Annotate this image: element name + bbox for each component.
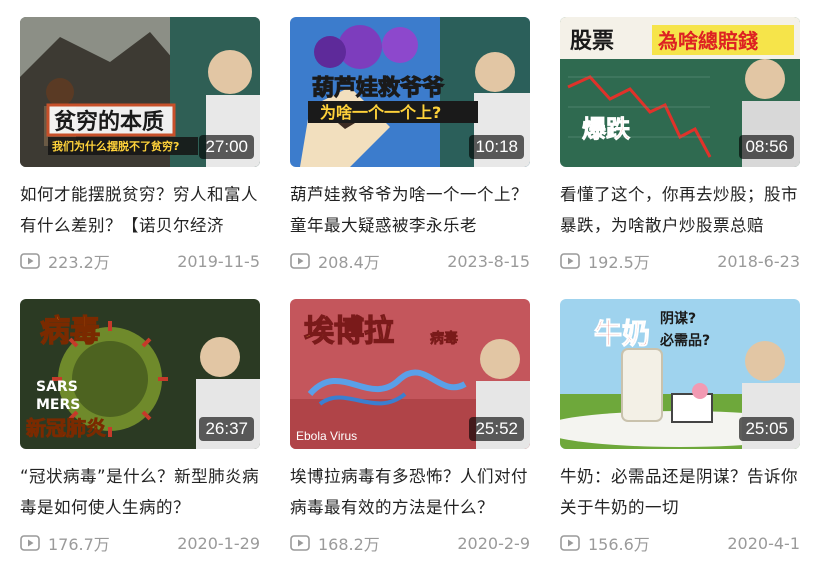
publish-date: 2023-8-15 [447, 251, 530, 271]
play-icon [20, 253, 40, 269]
video-meta: 168.2万 2020-2-9 [290, 531, 530, 555]
video-meta: 192.5万 2018-6-23 [560, 249, 800, 273]
view-count: 192.5万 [588, 253, 650, 272]
view-count: 208.4万 [318, 253, 380, 272]
duration-badge: 26:37 [199, 417, 254, 441]
play-icon [290, 535, 310, 551]
thumb-subtitle: 为啥一个一个上? [320, 103, 441, 122]
play-icon [560, 253, 580, 269]
video-meta: 208.4万 2023-8-15 [290, 249, 530, 273]
thumb-title: 股票 [570, 29, 614, 54]
video-thumbnail[interactable]: 埃博拉 病毒 Ebola Virus 25:52 [290, 299, 530, 449]
thumb-tag: 必需品? [659, 332, 710, 349]
thumb-subtitle: 為啥總賠錢 [658, 29, 758, 53]
thumb-subtitle: 我们为什么摆脱不了贫穷? [52, 139, 179, 153]
thumb-tag: Ebola Virus [296, 429, 357, 443]
duration-badge: 25:05 [739, 417, 794, 441]
duration-badge: 27:00 [199, 135, 254, 159]
thumb-tag: MERS [36, 397, 80, 413]
video-card[interactable]: 股票 為啥總賠錢 爆跌 08:56 看懂了这个，你再去炒股；股市暴跌，为啥散户炒… [560, 17, 800, 273]
video-meta: 156.6万 2020-4-1 [560, 531, 800, 555]
publish-date: 2019-11-5 [177, 251, 260, 271]
thumb-tag: SARS [36, 379, 78, 395]
view-count: 223.2万 [48, 253, 110, 272]
video-title[interactable]: “冠状病毒”是什么？新型肺炎病毒是如何使人生病的？ [20, 461, 260, 525]
play-icon [20, 535, 40, 551]
publish-date: 2020-1-29 [177, 533, 260, 553]
thumb-tag: 病毒 [430, 330, 458, 347]
thumb-tag: 新冠肺炎 [26, 416, 106, 440]
video-card[interactable]: 牛奶 阴谋? 必需品? 25:05 牛奶：必需品还是阴谋？告诉你关于牛奶的一切 … [560, 299, 800, 555]
video-thumbnail[interactable]: 股票 為啥總賠錢 爆跌 08:56 [560, 17, 800, 167]
thumb-title: 葫芦娃救爷爷 [312, 75, 445, 101]
view-count: 176.7万 [48, 535, 110, 554]
view-count: 168.2万 [318, 535, 380, 554]
video-meta: 176.7万 2020-1-29 [20, 531, 260, 555]
video-thumbnail[interactable]: 葫芦娃救爷爷 为啥一个一个上? 10:18 [290, 17, 530, 167]
video-title[interactable]: 如何才能摆脱贫穷？穷人和富人有什么差别？【诺贝尔经济 [20, 179, 260, 243]
view-count: 156.6万 [588, 535, 650, 554]
video-title[interactable]: 葫芦娃救爷爷为啥一个一个上？童年最大疑惑被李永乐老 [290, 179, 530, 243]
publish-date: 2020-2-9 [457, 533, 530, 553]
video-card[interactable]: 埃博拉 病毒 Ebola Virus 25:52 埃博拉病毒有多恐怖？人们对付病… [290, 299, 530, 555]
publish-date: 2018-6-23 [717, 251, 800, 271]
video-card[interactable]: 病毒 SARS MERS 新冠肺炎 26:37 “冠状病毒”是什么？新型肺炎病毒… [20, 299, 260, 555]
play-icon [560, 535, 580, 551]
thumb-title: 埃博拉 [304, 314, 394, 349]
thumb-title: 贫穷的本质 [54, 109, 164, 135]
video-thumbnail[interactable]: 牛奶 阴谋? 必需品? 25:05 [560, 299, 800, 449]
duration-badge: 10:18 [469, 135, 524, 159]
duration-badge: 08:56 [739, 135, 794, 159]
video-card[interactable]: 葫芦娃救爷爷 为啥一个一个上? 10:18 葫芦娃救爷爷为啥一个一个上？童年最大… [290, 17, 530, 273]
duration-badge: 25:52 [469, 417, 524, 441]
thumb-tag: 爆跌 [582, 115, 631, 143]
video-title[interactable]: 看懂了这个，你再去炒股；股市暴跌，为啥散户炒股票总赔 [560, 179, 800, 243]
thumb-tag: 阴谋? [660, 310, 696, 327]
video-meta: 223.2万 2019-11-5 [20, 249, 260, 273]
play-icon [290, 253, 310, 269]
video-thumbnail[interactable]: 贫穷的本质 我们为什么摆脱不了贫穷? 27:00 [20, 17, 260, 167]
publish-date: 2020-4-1 [727, 533, 800, 553]
video-title[interactable]: 埃博拉病毒有多恐怖？人们对付病毒最有效的方法是什么？ [290, 461, 530, 525]
thumb-title: 牛奶 [594, 317, 650, 350]
video-thumbnail[interactable]: 病毒 SARS MERS 新冠肺炎 26:37 [20, 299, 260, 449]
video-title[interactable]: 牛奶：必需品还是阴谋？告诉你关于牛奶的一切 [560, 461, 800, 525]
video-grid: 贫穷的本质 我们为什么摆脱不了贫穷? 27:00 如何才能摆脱贫穷？穷人和富人有… [0, 0, 816, 568]
video-card[interactable]: 贫穷的本质 我们为什么摆脱不了贫穷? 27:00 如何才能摆脱贫穷？穷人和富人有… [20, 17, 260, 273]
thumb-title: 病毒 [40, 314, 100, 349]
